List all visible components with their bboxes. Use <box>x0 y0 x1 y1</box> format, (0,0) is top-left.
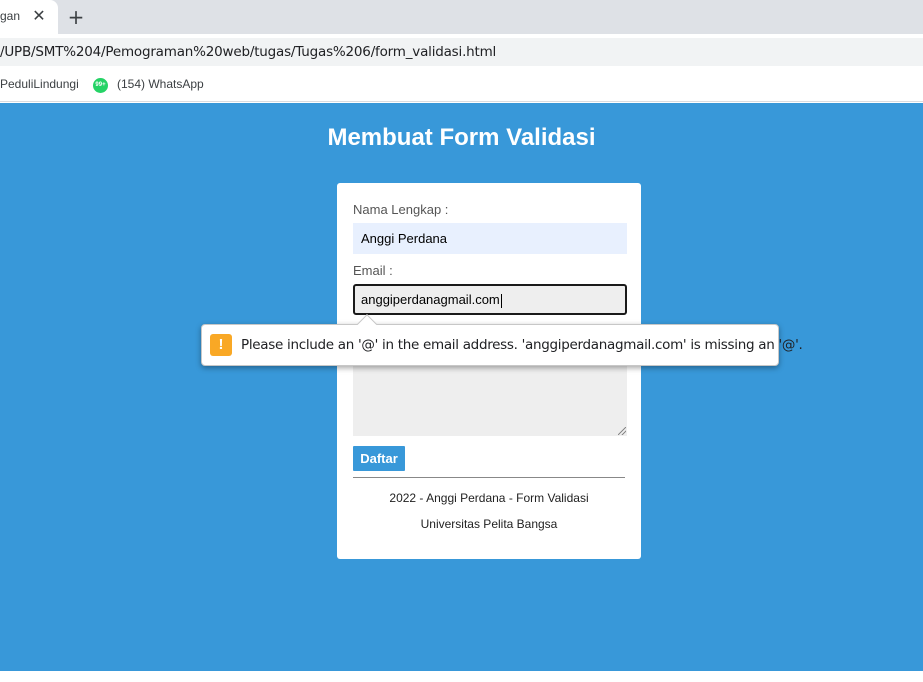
validation-tooltip: ! Please include an '@' in the email add… <box>201 314 803 366</box>
address-bar[interactable]: /UPB/SMT%204/Pemograman%20web/tugas/Tuga… <box>0 38 923 66</box>
email-label: Email : <box>353 263 393 278</box>
warning-icon: ! <box>210 334 232 356</box>
page-body: Membuat Form Validasi Nama Lengkap : Ang… <box>0 103 923 671</box>
email-input[interactable]: anggiperdanagmail.com <box>353 284 627 315</box>
tab-title: gan <box>0 9 21 23</box>
bookmark-pedulilindungi[interactable]: PeduliLindungi <box>0 77 79 91</box>
new-tab-button[interactable]: + <box>64 5 88 29</box>
submit-button[interactable]: Daftar <box>353 446 405 471</box>
browser-tab[interactable]: gan ✕ <box>0 0 58 34</box>
name-label: Nama Lengkap : <box>353 202 449 217</box>
whatsapp-icon: 99+ <box>93 78 108 93</box>
page-title: Membuat Form Validasi <box>327 124 596 151</box>
url-text: /UPB/SMT%204/Pemograman%20web/tugas/Tuga… <box>0 44 497 60</box>
name-input[interactable]: Anggi Perdana <box>353 223 627 254</box>
bookmarks-bar: PeduliLindungi 99+ (154) WhatsApp <box>0 68 923 102</box>
footer-divider <box>353 477 625 478</box>
form-card: Nama Lengkap : Anggi Perdana Email : ang… <box>337 183 641 559</box>
email-input-value: anggiperdanagmail.com <box>361 292 500 307</box>
bookmark-whatsapp[interactable]: (154) WhatsApp <box>117 77 204 91</box>
footer-credit: 2022 - Anggi Perdana - Form Validasi <box>389 491 589 505</box>
tab-strip: gan ✕ + <box>0 0 923 34</box>
resize-grip-icon[interactable] <box>618 427 626 435</box>
close-tab-icon[interactable]: ✕ <box>30 6 48 26</box>
browser-toolbar: /UPB/SMT%204/Pemograman%20web/tugas/Tuga… <box>0 34 923 68</box>
validation-message: Please include an '@' in the email addre… <box>241 337 803 353</box>
footer-university: Universitas Pelita Bangsa <box>420 517 558 531</box>
status-bar <box>0 671 923 682</box>
text-caret <box>500 293 502 308</box>
